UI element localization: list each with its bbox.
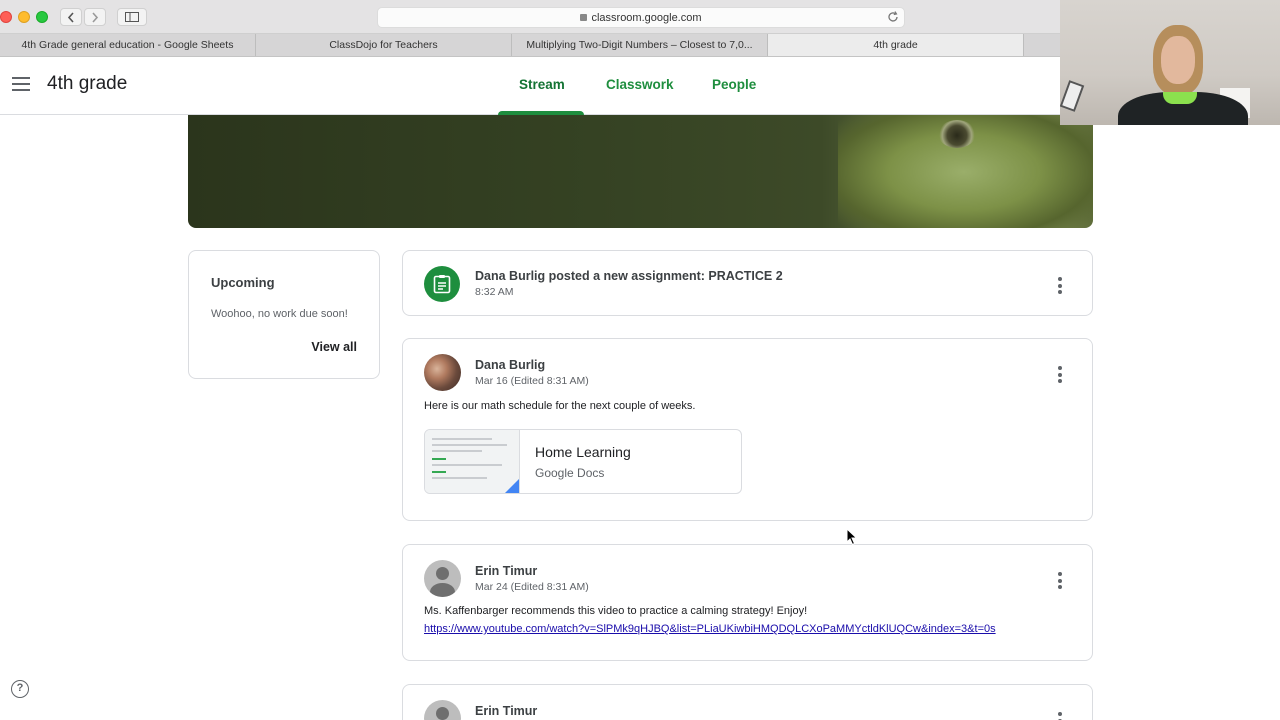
post-author: Erin Timur (475, 704, 538, 718)
browser-tab-active[interactable]: 4th grade (768, 34, 1024, 56)
post-date: Mar 16 (Edited 8:31 AM) (475, 375, 589, 387)
help-icon[interactable]: ? (11, 680, 29, 698)
browser-tab-bar: 4th Grade general education - Google She… (0, 34, 1060, 57)
mouse-cursor-icon (846, 528, 858, 546)
chevron-left-icon (67, 12, 74, 23)
upcoming-message: Woohoo, no work due soon! (211, 308, 348, 320)
post-author: Erin Timur (475, 564, 538, 578)
post-author: Dana Burlig (475, 358, 546, 372)
stream-announcement-card: Dana Burlig Mar 16 (Edited 8:31 AM) Here… (402, 338, 1093, 521)
stream-assignment-card[interactable]: Dana Burlig posted a new assignment: PRA… (402, 250, 1093, 316)
more-vert-icon[interactable] (1058, 572, 1062, 592)
close-window-button[interactable] (0, 11, 12, 23)
view-all-link[interactable]: View all (311, 340, 357, 354)
post-text: Ms. Kaffenbarger recommends this video t… (424, 605, 808, 617)
forward-button[interactable] (84, 8, 106, 26)
address-bar[interactable]: classroom.google.com (377, 7, 905, 28)
attachment-source: Google Docs (535, 466, 605, 480)
tab-stream[interactable]: Stream (519, 77, 565, 92)
stream-announcement-card: Erin Timur Mar 24 (Edited 8:31 AM) Ms. K… (402, 544, 1093, 661)
upcoming-title: Upcoming (211, 275, 275, 290)
more-vert-icon[interactable] (1058, 366, 1062, 386)
post-date: Mar 24 (Edited 8:31 AM) (475, 581, 589, 593)
more-vert-icon[interactable] (1058, 277, 1062, 297)
browser-tab[interactable]: ClassDojo for Teachers (256, 34, 512, 56)
assignment-icon (424, 266, 460, 302)
more-vert-icon[interactable] (1058, 712, 1062, 720)
hamburger-menu-icon[interactable] (12, 77, 30, 91)
tab-bar-spacer (1024, 34, 1060, 56)
stream-announcement-card: Erin Timur (402, 684, 1093, 720)
browser-tab[interactable]: Multiplying Two-Digit Numbers – Closest … (512, 34, 768, 56)
wall-frame-graphic (1060, 80, 1085, 112)
sidebar-toggle-button[interactable] (117, 8, 147, 26)
avatar (424, 560, 461, 597)
tab-classwork[interactable]: Classwork (606, 77, 674, 92)
sidebar-icon (125, 12, 139, 22)
reload-icon[interactable] (887, 11, 899, 23)
presenter-collar (1163, 92, 1197, 104)
class-title[interactable]: 4th grade (47, 73, 127, 95)
browser-tab[interactable]: 4th Grade general education - Google She… (0, 34, 256, 56)
assignment-title[interactable]: Dana Burlig posted a new assignment: PRA… (475, 269, 783, 283)
back-button[interactable] (60, 8, 82, 26)
presenter-face (1161, 36, 1195, 84)
url-text: classroom.google.com (591, 12, 702, 24)
lock-icon (580, 14, 588, 21)
browser-titlebar: classroom.google.com (0, 0, 1060, 34)
doc-thumbnail (425, 430, 520, 493)
attachment-card[interactable]: Home Learning Google Docs (424, 429, 742, 494)
chevron-right-icon (92, 12, 99, 23)
avatar (424, 354, 461, 391)
banner-frog-eye (938, 120, 976, 148)
post-link[interactable]: https://www.youtube.com/watch?v=SlPMk9qH… (424, 623, 996, 635)
post-text: Here is our math schedule for the next c… (424, 400, 696, 412)
attachment-title[interactable]: Home Learning (535, 444, 631, 460)
assignment-time: 8:32 AM (475, 286, 514, 298)
webcam-overlay (1060, 0, 1280, 125)
upcoming-card: Upcoming Woohoo, no work due soon! View … (188, 250, 380, 379)
zoom-window-button[interactable] (36, 11, 48, 23)
class-banner-image (188, 115, 1093, 228)
avatar (424, 700, 461, 720)
minimize-window-button[interactable] (18, 11, 30, 23)
tab-people[interactable]: People (712, 77, 756, 92)
